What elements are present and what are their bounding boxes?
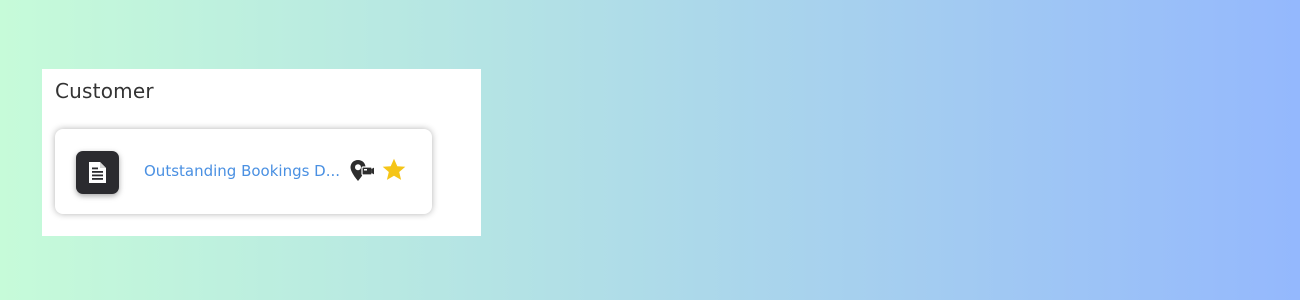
document-icon: [76, 151, 119, 194]
favorite-star-icon[interactable]: [381, 157, 407, 183]
report-title-link[interactable]: Outstanding Bookings D...: [144, 162, 342, 180]
location-pin-camera-icon[interactable]: [349, 158, 375, 184]
section-title: Customer: [55, 79, 154, 103]
customer-panel: Customer Outstanding Bookings D...: [42, 69, 481, 236]
report-card[interactable]: Outstanding Bookings D...: [55, 129, 432, 214]
